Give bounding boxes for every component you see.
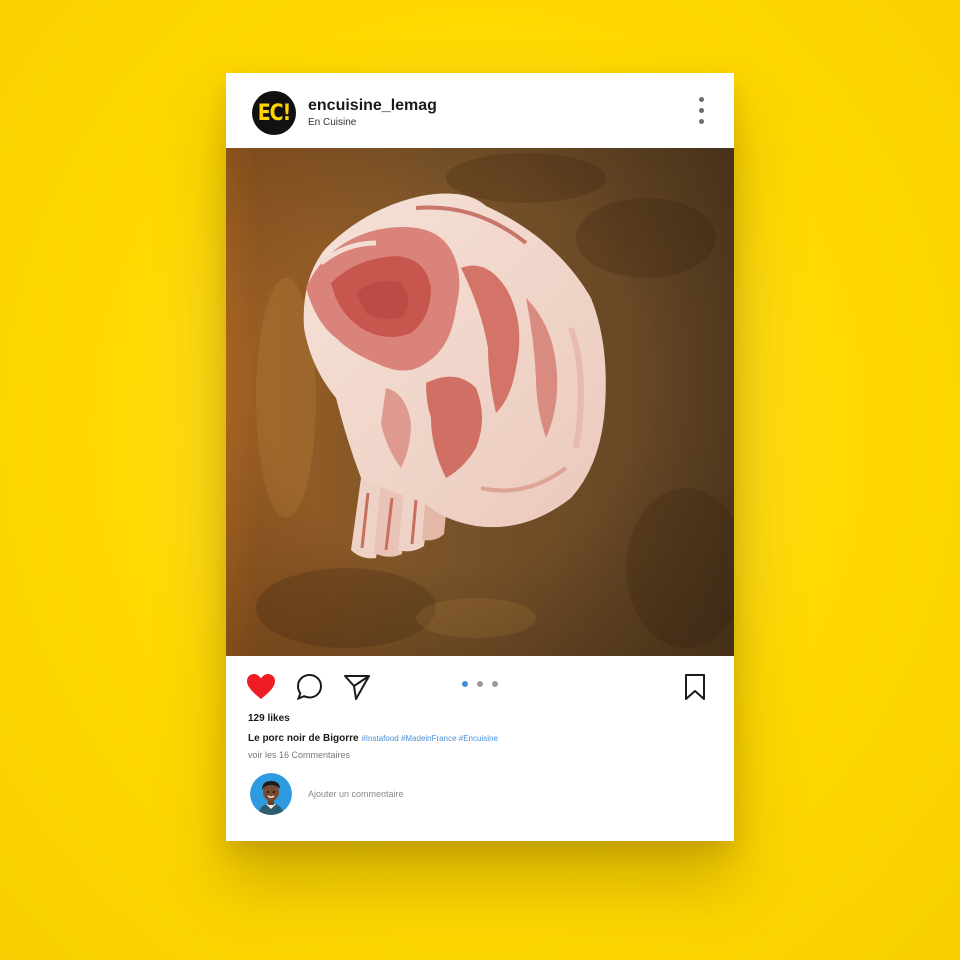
bookmark-icon[interactable] — [684, 673, 706, 701]
view-comments-link[interactable]: voir les 16 Commentaires — [248, 750, 350, 760]
add-comment-input[interactable]: Ajouter un commentaire — [308, 789, 404, 799]
carousel-dot-active — [462, 681, 468, 687]
more-options-icon[interactable] — [694, 95, 708, 129]
account-logo-avatar[interactable]: EC! — [252, 91, 296, 135]
account-display-name: En Cuisine — [308, 117, 357, 128]
logo-text: EC! — [257, 100, 292, 126]
heart-icon[interactable] — [246, 673, 276, 701]
caption-hashtags[interactable]: #Instafood #MadeinFrance #Encuisine — [361, 734, 498, 743]
comment-bubble-icon[interactable] — [296, 673, 323, 701]
carousel-indicator — [462, 681, 502, 689]
post-photo[interactable] — [226, 148, 734, 656]
carousel-dot — [492, 681, 498, 687]
post-card: EC! encuisine_lemag En Cuisine 129 likes… — [226, 73, 734, 841]
account-username[interactable]: encuisine_lemag — [308, 97, 437, 115]
action-bar — [226, 656, 734, 716]
carousel-dot — [477, 681, 483, 687]
paper-plane-icon[interactable] — [343, 673, 371, 701]
user-avatar — [250, 773, 292, 815]
post-caption: Le porc noir de Bigorre #Instafood #Made… — [248, 733, 498, 744]
caption-title: Le porc noir de Bigorre — [248, 733, 359, 744]
likes-count[interactable]: 129 likes — [248, 713, 290, 724]
post-header: EC! encuisine_lemag En Cuisine — [226, 73, 734, 148]
